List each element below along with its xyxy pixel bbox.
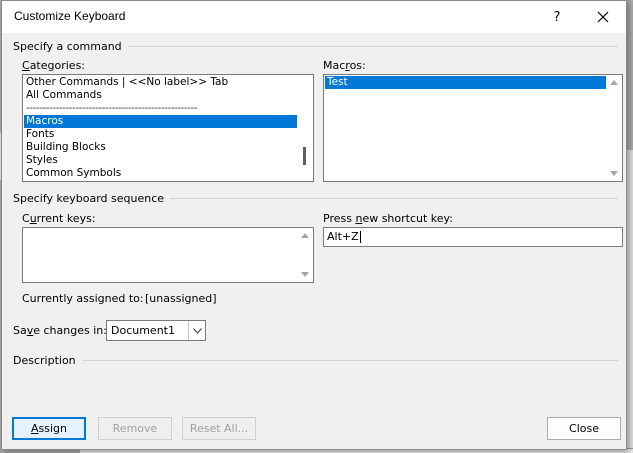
current-keys-list[interactable] <box>22 227 314 283</box>
shortcut-key-input[interactable]: Alt+Z <box>323 227 623 247</box>
macros-list[interactable]: Test <box>323 74 623 182</box>
save-changes-label: Save changes in: <box>13 324 107 337</box>
text-caret <box>359 231 361 243</box>
help-button[interactable]: ? <box>534 1 580 33</box>
category-list-item[interactable]: Common Symbols <box>24 167 297 180</box>
macros-scrollbar[interactable] <box>606 75 622 181</box>
keyboard-group-heading: Specify keyboard sequence <box>13 191 165 205</box>
macro-list-item[interactable]: Test <box>325 76 606 89</box>
assign-button[interactable]: Assign <box>12 417 86 440</box>
categories-items: Other Commands | <<No label>> Tab All Com… <box>24 76 297 180</box>
divider <box>170 198 618 199</box>
categories-scroll-thumb[interactable] <box>303 147 306 165</box>
scroll-up-icon[interactable] <box>610 80 618 85</box>
scroll-down-icon[interactable] <box>301 272 309 277</box>
divider <box>81 360 618 361</box>
help-icon: ? <box>553 9 561 25</box>
categories-label: Categories: <box>22 59 86 72</box>
currently-assigned-label: Currently assigned to: <box>22 292 144 305</box>
category-list-item: ----------------------------------------… <box>26 102 198 114</box>
customize-keyboard-dialog: Customize Keyboard ? Specify a command C… <box>1 0 627 450</box>
keyboard-group-header: Specify keyboard sequence <box>13 191 618 205</box>
close-button[interactable]: Close <box>547 417 621 440</box>
category-list-item[interactable]: All Commands <box>24 89 297 102</box>
save-changes-select[interactable]: Document1 <box>106 320 206 341</box>
close-icon <box>597 11 609 23</box>
current-keys-scrollbar[interactable] <box>297 228 313 282</box>
scroll-down-icon[interactable] <box>610 171 618 176</box>
scroll-up-icon[interactable] <box>301 233 309 238</box>
category-list-item[interactable]: Other Commands | <<No label>> Tab <box>24 76 297 89</box>
dialog-title: Customize Keyboard <box>14 9 126 23</box>
command-group-header: Specify a command <box>13 39 618 53</box>
press-shortcut-label: Press new shortcut key: <box>323 212 453 225</box>
command-group-heading: Specify a command <box>13 39 122 53</box>
remove-button[interactable]: Remove <box>98 417 172 440</box>
chevron-down-icon <box>192 327 202 334</box>
reset-all-button[interactable]: Reset All... <box>182 417 256 440</box>
macros-label: Macros: <box>323 59 366 72</box>
categories-list[interactable]: Other Commands | <<No label>> Tab All Com… <box>22 74 314 182</box>
shortcut-key-value: Alt+Z <box>327 230 359 243</box>
categories-scrollbar[interactable] <box>297 75 313 181</box>
title-bar: Customize Keyboard ? <box>2 1 626 33</box>
background-window-edge-right <box>627 150 633 450</box>
save-changes-value: Document1 <box>111 324 175 337</box>
category-list-item[interactable]: Macros <box>24 115 297 128</box>
description-heading: Description <box>13 353 76 367</box>
macros-items: Test <box>325 76 606 89</box>
save-changes-dropdown-button[interactable] <box>188 321 205 340</box>
category-list-item[interactable]: Building Blocks <box>24 141 297 154</box>
current-keys-label: Current keys: <box>22 212 96 225</box>
currently-assigned-value: [unassigned] <box>145 292 217 305</box>
category-list-item[interactable]: Styles <box>24 154 297 167</box>
category-list-item[interactable]: Fonts <box>24 128 297 141</box>
title-close-button[interactable] <box>580 1 626 33</box>
divider <box>127 46 618 47</box>
description-group-header: Description <box>13 353 618 367</box>
